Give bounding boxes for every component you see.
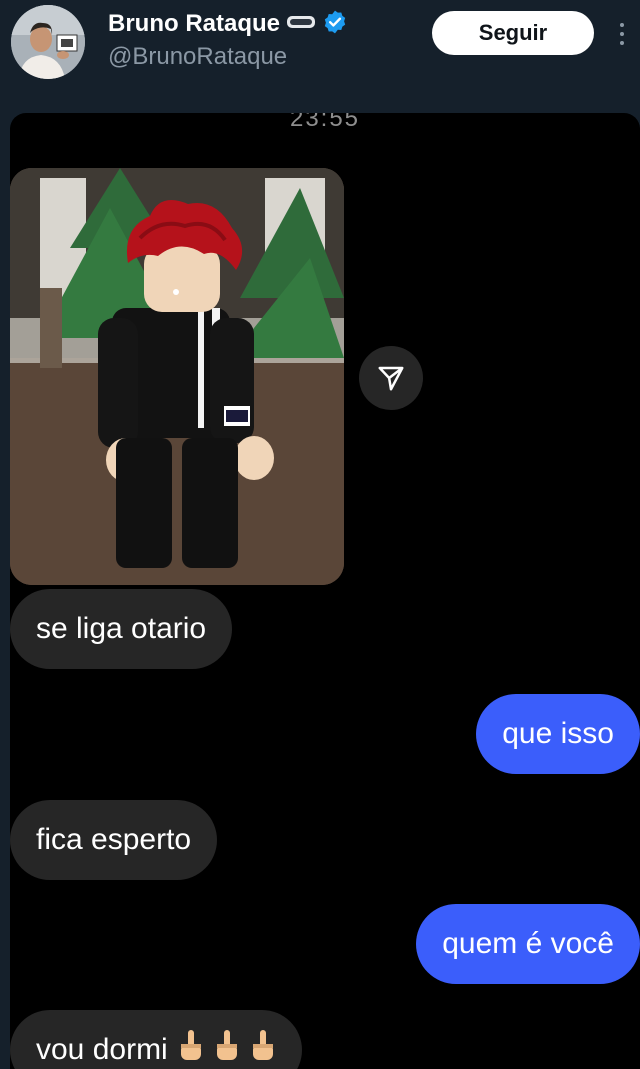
message-bubble-outgoing[interactable]: quem é você xyxy=(416,904,640,984)
name-row: Bruno Rataque xyxy=(108,9,348,39)
tweet-header: Bruno Rataque @BrunoRataque Seguir xyxy=(0,0,640,112)
message-bubble-incoming[interactable]: vou dormi xyxy=(10,1010,302,1069)
user-handle[interactable]: @BrunoRataque xyxy=(108,42,287,72)
middle-finger-emoji-icon xyxy=(178,1028,204,1069)
follow-button[interactable]: Seguir xyxy=(432,11,594,55)
message-text: que isso xyxy=(502,717,614,750)
chat-screenshot: 23:55 se liga otario que isso fica esper… xyxy=(10,113,640,1069)
middle-finger-emoji-icon xyxy=(250,1028,276,1069)
verified-badge-icon xyxy=(322,9,348,40)
share-icon[interactable] xyxy=(359,346,423,410)
message-bubble-incoming[interactable]: se liga otario xyxy=(10,589,233,669)
avatar[interactable] xyxy=(11,5,85,79)
display-name[interactable]: Bruno Rataque xyxy=(108,9,280,39)
shared-photo[interactable] xyxy=(10,168,344,585)
more-options-icon[interactable] xyxy=(614,14,630,54)
message-text: fica esperto xyxy=(36,823,192,856)
message-text: vou dormi xyxy=(36,1033,168,1066)
message-bubble-incoming[interactable]: fica esperto xyxy=(10,800,218,880)
message-text: quem é você xyxy=(442,927,614,960)
message-text: se liga otario xyxy=(36,612,207,645)
message-timestamp: 23:55 xyxy=(289,113,361,132)
message-bubble-outgoing[interactable]: que isso xyxy=(476,694,640,774)
middle-finger-emoji-icon xyxy=(214,1028,240,1069)
vr-headset-icon xyxy=(286,13,316,36)
